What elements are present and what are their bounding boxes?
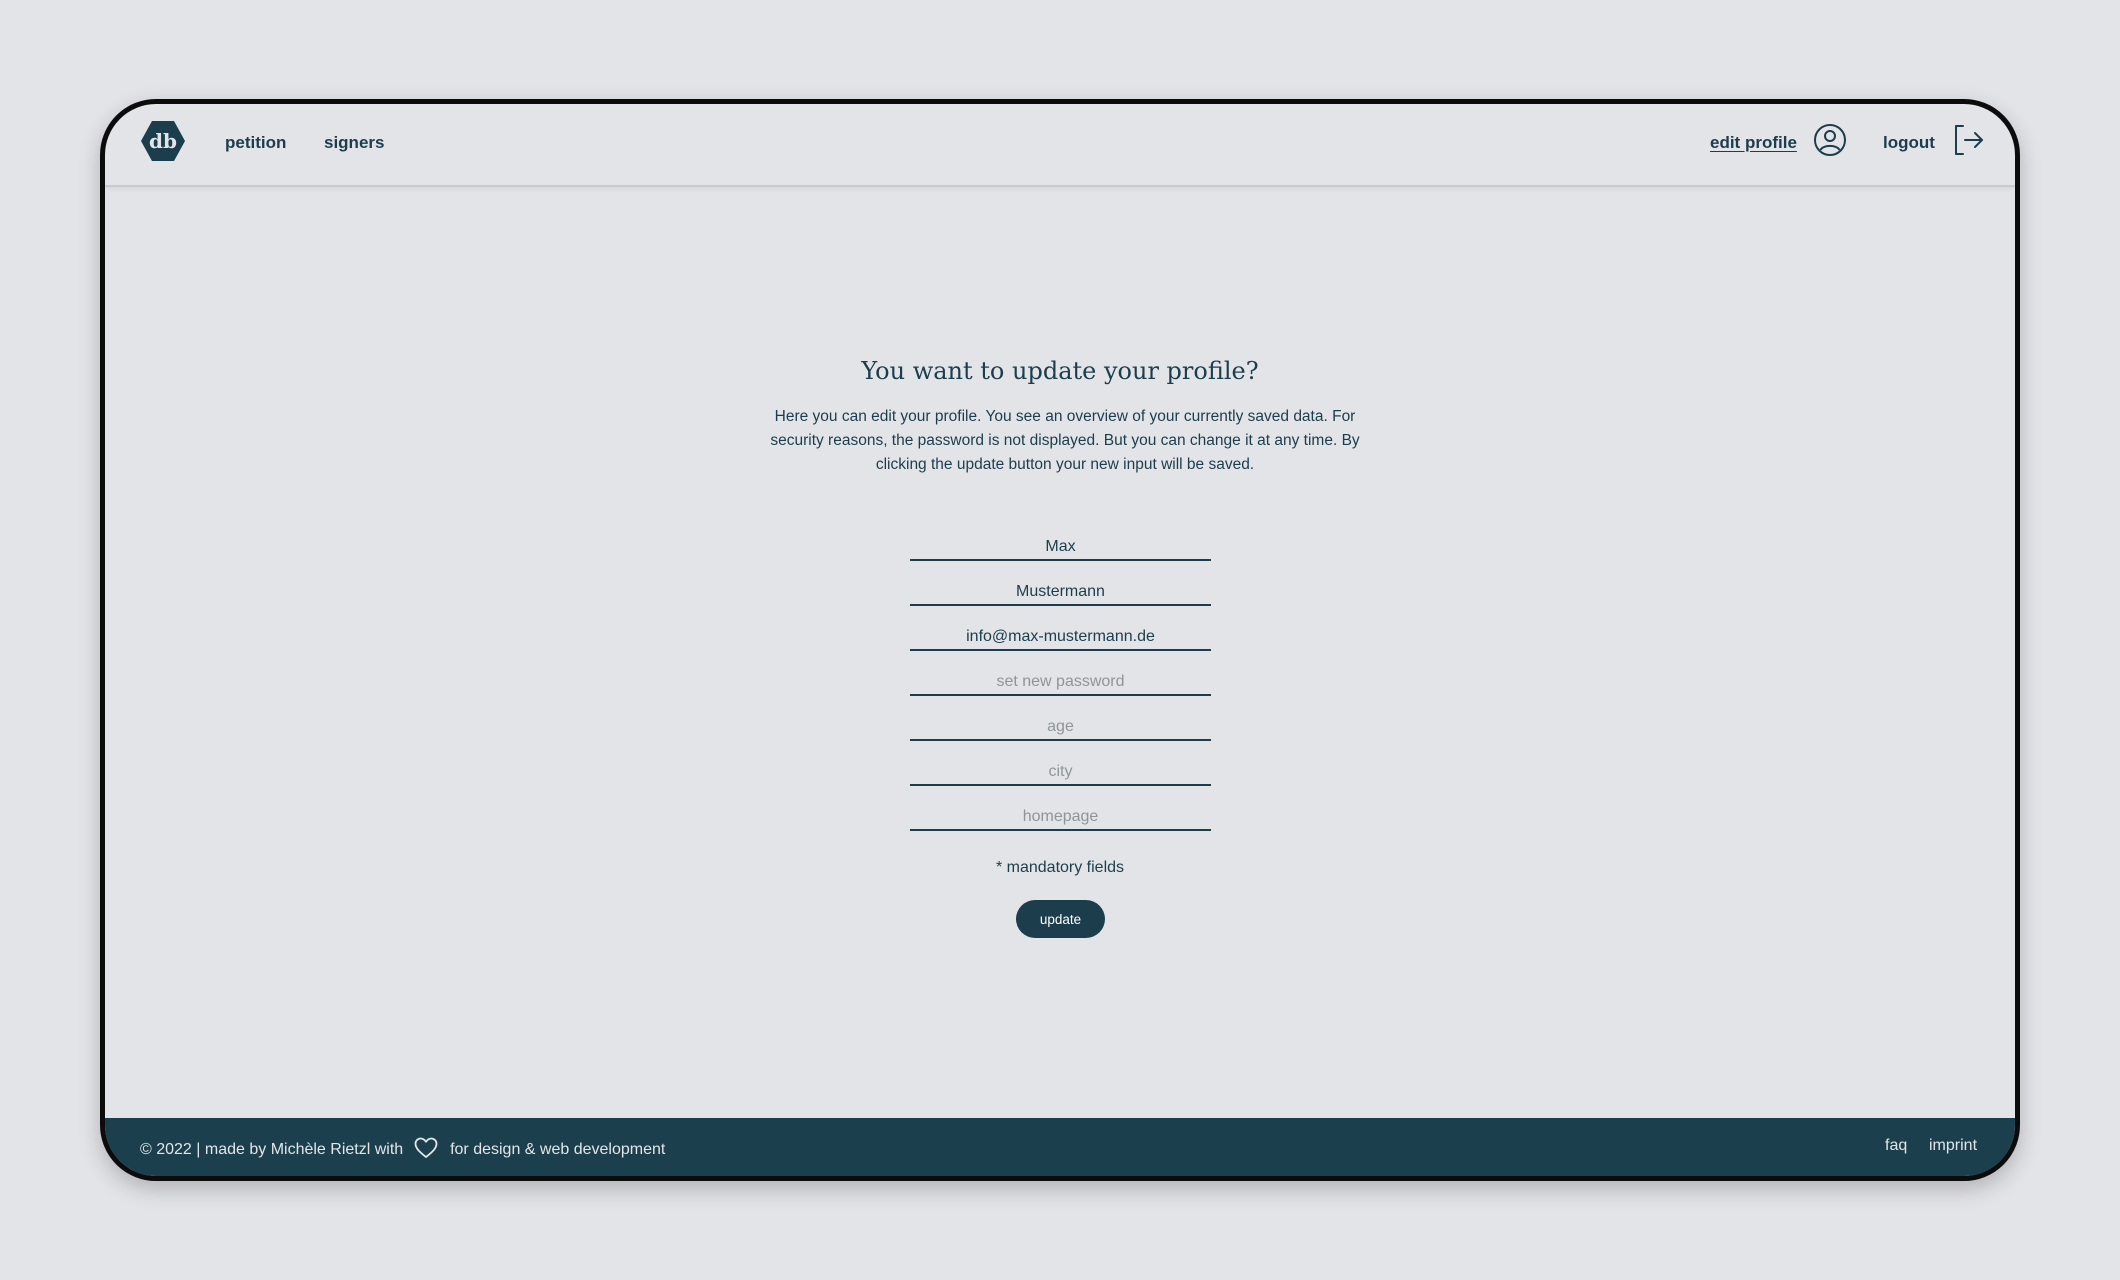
nav-edit-profile-link[interactable]: edit profile	[1710, 133, 1797, 153]
update-button[interactable]: update	[1016, 900, 1105, 938]
city-field[interactable]	[910, 756, 1211, 786]
email-field[interactable]	[910, 621, 1211, 651]
footer-credit: © 2022 | made by Michèle Rietzl with for…	[140, 1137, 665, 1159]
footer: © 2022 | made by Michèle Rietzl with for…	[105, 1118, 2015, 1176]
top-navigation: db petition signers edit profile logout	[105, 104, 2015, 187]
first-name-field[interactable]	[910, 531, 1211, 561]
app-window: db petition signers edit profile logout …	[100, 99, 2020, 1181]
user-circle-icon[interactable]	[1812, 122, 1848, 158]
page-title: You want to update your profile?	[861, 357, 1259, 385]
footer-credit-suffix: for design & web development	[450, 1141, 666, 1158]
intro-text: Here you can edit your profile. You see …	[770, 408, 1360, 473]
footer-imprint-link[interactable]: imprint	[1929, 1137, 1977, 1155]
hexagon-logo-icon[interactable]: db	[140, 118, 186, 164]
mandatory-fields-note: * mandatory fields	[995, 859, 1125, 876]
homepage-field[interactable]	[910, 801, 1211, 831]
nav-petition-link[interactable]: petition	[225, 133, 286, 153]
last-name-field[interactable]	[910, 576, 1211, 606]
password-field[interactable]	[910, 666, 1211, 696]
heart-outline-icon	[414, 1137, 438, 1158]
logout-arrow-icon[interactable]	[1951, 122, 1987, 158]
logo-text: db	[149, 129, 177, 153]
nav-signers-link[interactable]: signers	[324, 133, 384, 153]
footer-faq-link[interactable]: faq	[1885, 1137, 1907, 1155]
nav-logout-link[interactable]: logout	[1883, 133, 1935, 153]
age-field[interactable]	[910, 711, 1211, 741]
footer-credit-prefix: © 2022 | made by Michèle Rietzl with	[140, 1141, 404, 1158]
